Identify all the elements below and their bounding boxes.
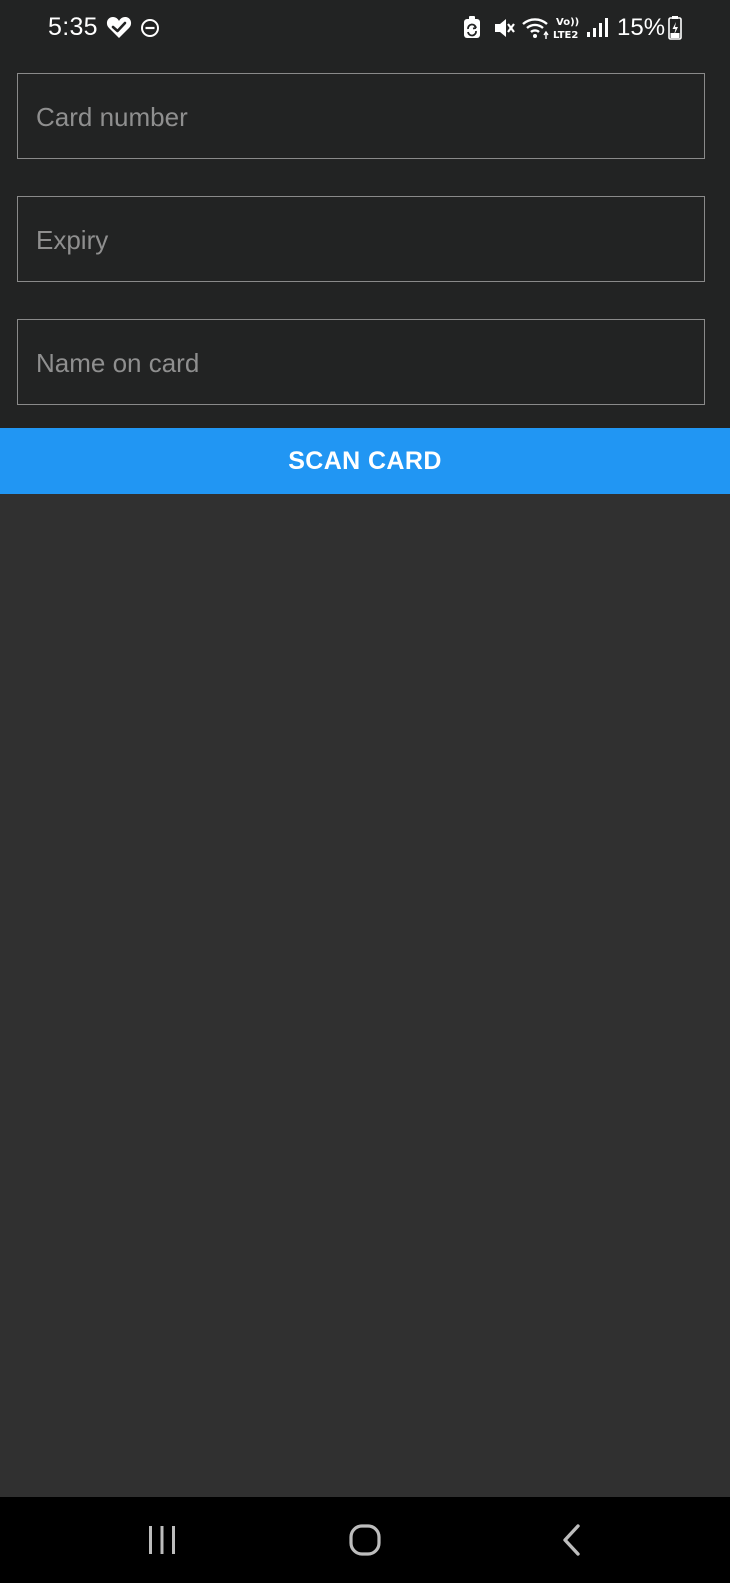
signal-icon [587,18,608,37]
wifi-icon [522,18,549,39]
battery-charging-icon [668,16,682,40]
status-time: 5:35 [48,13,98,41]
recents-icon [149,1526,175,1554]
do-not-disturb-icon [141,19,159,37]
expiry-placeholder: Expiry [36,225,109,255]
mute-icon [495,19,515,37]
recents-button[interactable] [102,1497,222,1583]
status-bar: 5:35 Vo)) LTE2 15% [0,0,730,58]
battery-saver-icon [464,16,480,38]
expiry-field[interactable]: Expiry [17,196,705,282]
back-icon [563,1524,580,1556]
name-on-card-placeholder: Name on card [36,348,200,378]
svg-text:Vo)): Vo)) [556,17,579,28]
navigation-bar [0,1497,730,1583]
card-number-field[interactable]: Card number [17,73,705,159]
home-icon [349,1524,381,1556]
back-button[interactable] [512,1497,632,1583]
svg-text:LTE2: LTE2 [553,30,578,41]
empty-content-area [0,494,730,1497]
heart-check-icon [106,17,132,38]
scan-card-button[interactable]: SCAN CARD [0,428,730,494]
volte-lte2-icon: Vo)) LTE2 [553,17,579,41]
battery-percent: 15% [617,14,666,41]
card-number-placeholder: Card number [36,102,188,132]
name-on-card-field[interactable]: Name on card [17,319,705,405]
home-button[interactable] [305,1497,425,1583]
